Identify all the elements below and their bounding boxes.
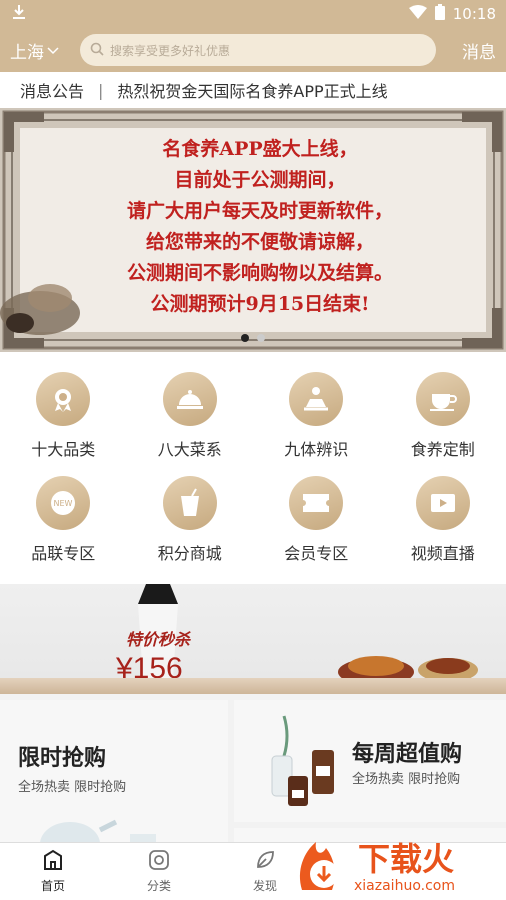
watermark-text: 下载火 bbox=[358, 840, 454, 878]
banner-line: 请广大用户每天及时更新软件， bbox=[126, 200, 393, 222]
card-title: 限时抢购 bbox=[18, 746, 107, 771]
watermark-url: xiazaihuo.com bbox=[354, 878, 455, 894]
carousel-dot[interactable] bbox=[257, 334, 265, 342]
battery-icon bbox=[434, 4, 445, 24]
category-label: 视频直播 bbox=[410, 544, 475, 563]
promo-tag: 特价秒杀 bbox=[126, 630, 191, 649]
category-partner[interactable]: NEW 品联专区 bbox=[0, 476, 127, 580]
category-member[interactable]: 会员专区 bbox=[253, 476, 380, 580]
banner-line: 名食养APP盛大上线， bbox=[162, 138, 358, 160]
banner-line: 目前处于公测期间， bbox=[174, 169, 346, 191]
header: 上海 搜索享受更多好礼优惠 消息 bbox=[0, 28, 506, 72]
search-input[interactable]: 搜索享受更多好礼优惠 bbox=[80, 34, 436, 66]
category-label: 积分商城 bbox=[157, 544, 222, 563]
category-label: 会员专区 bbox=[284, 544, 349, 563]
category-points-mall[interactable]: 积分商城 bbox=[127, 476, 254, 580]
banner-line: 给您带来的不便敬请谅解， bbox=[145, 231, 374, 253]
category-label: 十大品类 bbox=[31, 440, 96, 459]
category-label: 九体辨识 bbox=[284, 440, 349, 459]
teapot-illustration bbox=[40, 819, 156, 846]
download-icon bbox=[12, 4, 26, 24]
table-surface bbox=[0, 678, 506, 694]
carousel-dot-active[interactable] bbox=[241, 334, 249, 342]
notice-text: 热烈祝贺金天国际名食养APP正式上线 bbox=[117, 82, 388, 101]
city-selector[interactable]: 上海 bbox=[10, 38, 80, 63]
category-cuisines[interactable]: 八大菜系 bbox=[127, 372, 254, 476]
bottles-illustration bbox=[271, 715, 334, 806]
wifi-icon bbox=[408, 5, 427, 23]
tab-label: 发现 bbox=[252, 879, 277, 893]
banner-line: 公测期间不影响购物以及结算。 bbox=[126, 262, 393, 284]
message-button[interactable]: 消息 bbox=[436, 38, 496, 63]
watermark-logo: 下载火 xiazaihuo.com bbox=[299, 840, 455, 894]
new-badge-icon: NEW bbox=[36, 476, 91, 530]
top-bar: 10:18 上海 搜索享受更多好礼优惠 消息 bbox=[0, 0, 506, 72]
banner-line: 公测期预计9月15日结束! bbox=[150, 293, 370, 315]
category-label: 八大菜系 bbox=[157, 440, 222, 459]
banner-text: 名食养APP盛大上线， 目前处于公测期间， 请广大用户每天及时更新软件， 给您带… bbox=[60, 134, 460, 320]
notice-label: 消息公告 bbox=[20, 82, 85, 101]
clock-text: 10:18 bbox=[452, 5, 496, 23]
notice-separator: | bbox=[98, 80, 104, 100]
serving-dish-icon bbox=[162, 372, 217, 426]
notice-bar[interactable]: 消息公告 | 热烈祝贺金天国际名食养APP正式上线 bbox=[0, 72, 506, 108]
category-constitution[interactable]: 九体辨识 bbox=[253, 372, 380, 476]
flash-sale-banner[interactable]: 特价秒杀 ¥156 bbox=[0, 584, 506, 694]
home-icon bbox=[42, 849, 64, 874]
feature-cards: 限时抢购 全场热卖 限时抢购 每周超值购 全场热卖 限时抢购 bbox=[0, 700, 506, 846]
teacup-icon bbox=[415, 372, 470, 426]
category-label: 品联专区 bbox=[31, 544, 96, 563]
tab-category[interactable]: 分类 bbox=[106, 843, 212, 900]
search-icon bbox=[90, 42, 104, 59]
category-custom[interactable]: 食养定制 bbox=[380, 372, 506, 476]
leaf-icon bbox=[254, 849, 276, 874]
chevron-down-icon bbox=[47, 40, 59, 60]
category-live-video[interactable]: 视频直播 bbox=[380, 476, 506, 580]
search-placeholder: 搜索享受更多好礼优惠 bbox=[110, 43, 231, 58]
card-title: 每周超值购 bbox=[352, 742, 463, 767]
category-icon bbox=[148, 849, 170, 874]
ticket-icon bbox=[289, 476, 344, 530]
drink-cup-icon bbox=[162, 476, 217, 530]
announcement-banner[interactable]: 名食养APP盛大上线， 目前处于公测期间， 请广大用户每天及时更新软件， 给您带… bbox=[0, 108, 506, 352]
card-subtitle: 全场热卖 限时抢购 bbox=[352, 772, 461, 787]
category-grid: 十大品类 八大菜系 九体辨识 食养定制 NEW 品联专区 积分商城 会员专区 视… bbox=[0, 352, 506, 584]
card-subtitle: 全场热卖 限时抢购 bbox=[18, 780, 127, 795]
award-medal-icon bbox=[36, 372, 91, 426]
video-play-icon bbox=[415, 476, 470, 530]
flash-sale-card[interactable]: 限时抢购 全场热卖 限时抢购 bbox=[0, 700, 228, 846]
meditation-person-icon bbox=[289, 372, 344, 426]
status-bar: 10:18 bbox=[0, 0, 506, 28]
tab-label: 首页 bbox=[40, 879, 65, 893]
tab-label: 分类 bbox=[146, 879, 171, 893]
weekly-deal-card[interactable]: 每周超值购 全场热卖 限时抢购 bbox=[234, 700, 506, 822]
svg-text:NEW: NEW bbox=[54, 499, 73, 508]
category-top-ten[interactable]: 十大品类 bbox=[0, 372, 127, 476]
category-label: 食养定制 bbox=[410, 440, 475, 459]
city-label: 上海 bbox=[10, 42, 44, 63]
tab-home[interactable]: 首页 bbox=[0, 843, 106, 900]
carousel-indicator bbox=[0, 334, 506, 342]
